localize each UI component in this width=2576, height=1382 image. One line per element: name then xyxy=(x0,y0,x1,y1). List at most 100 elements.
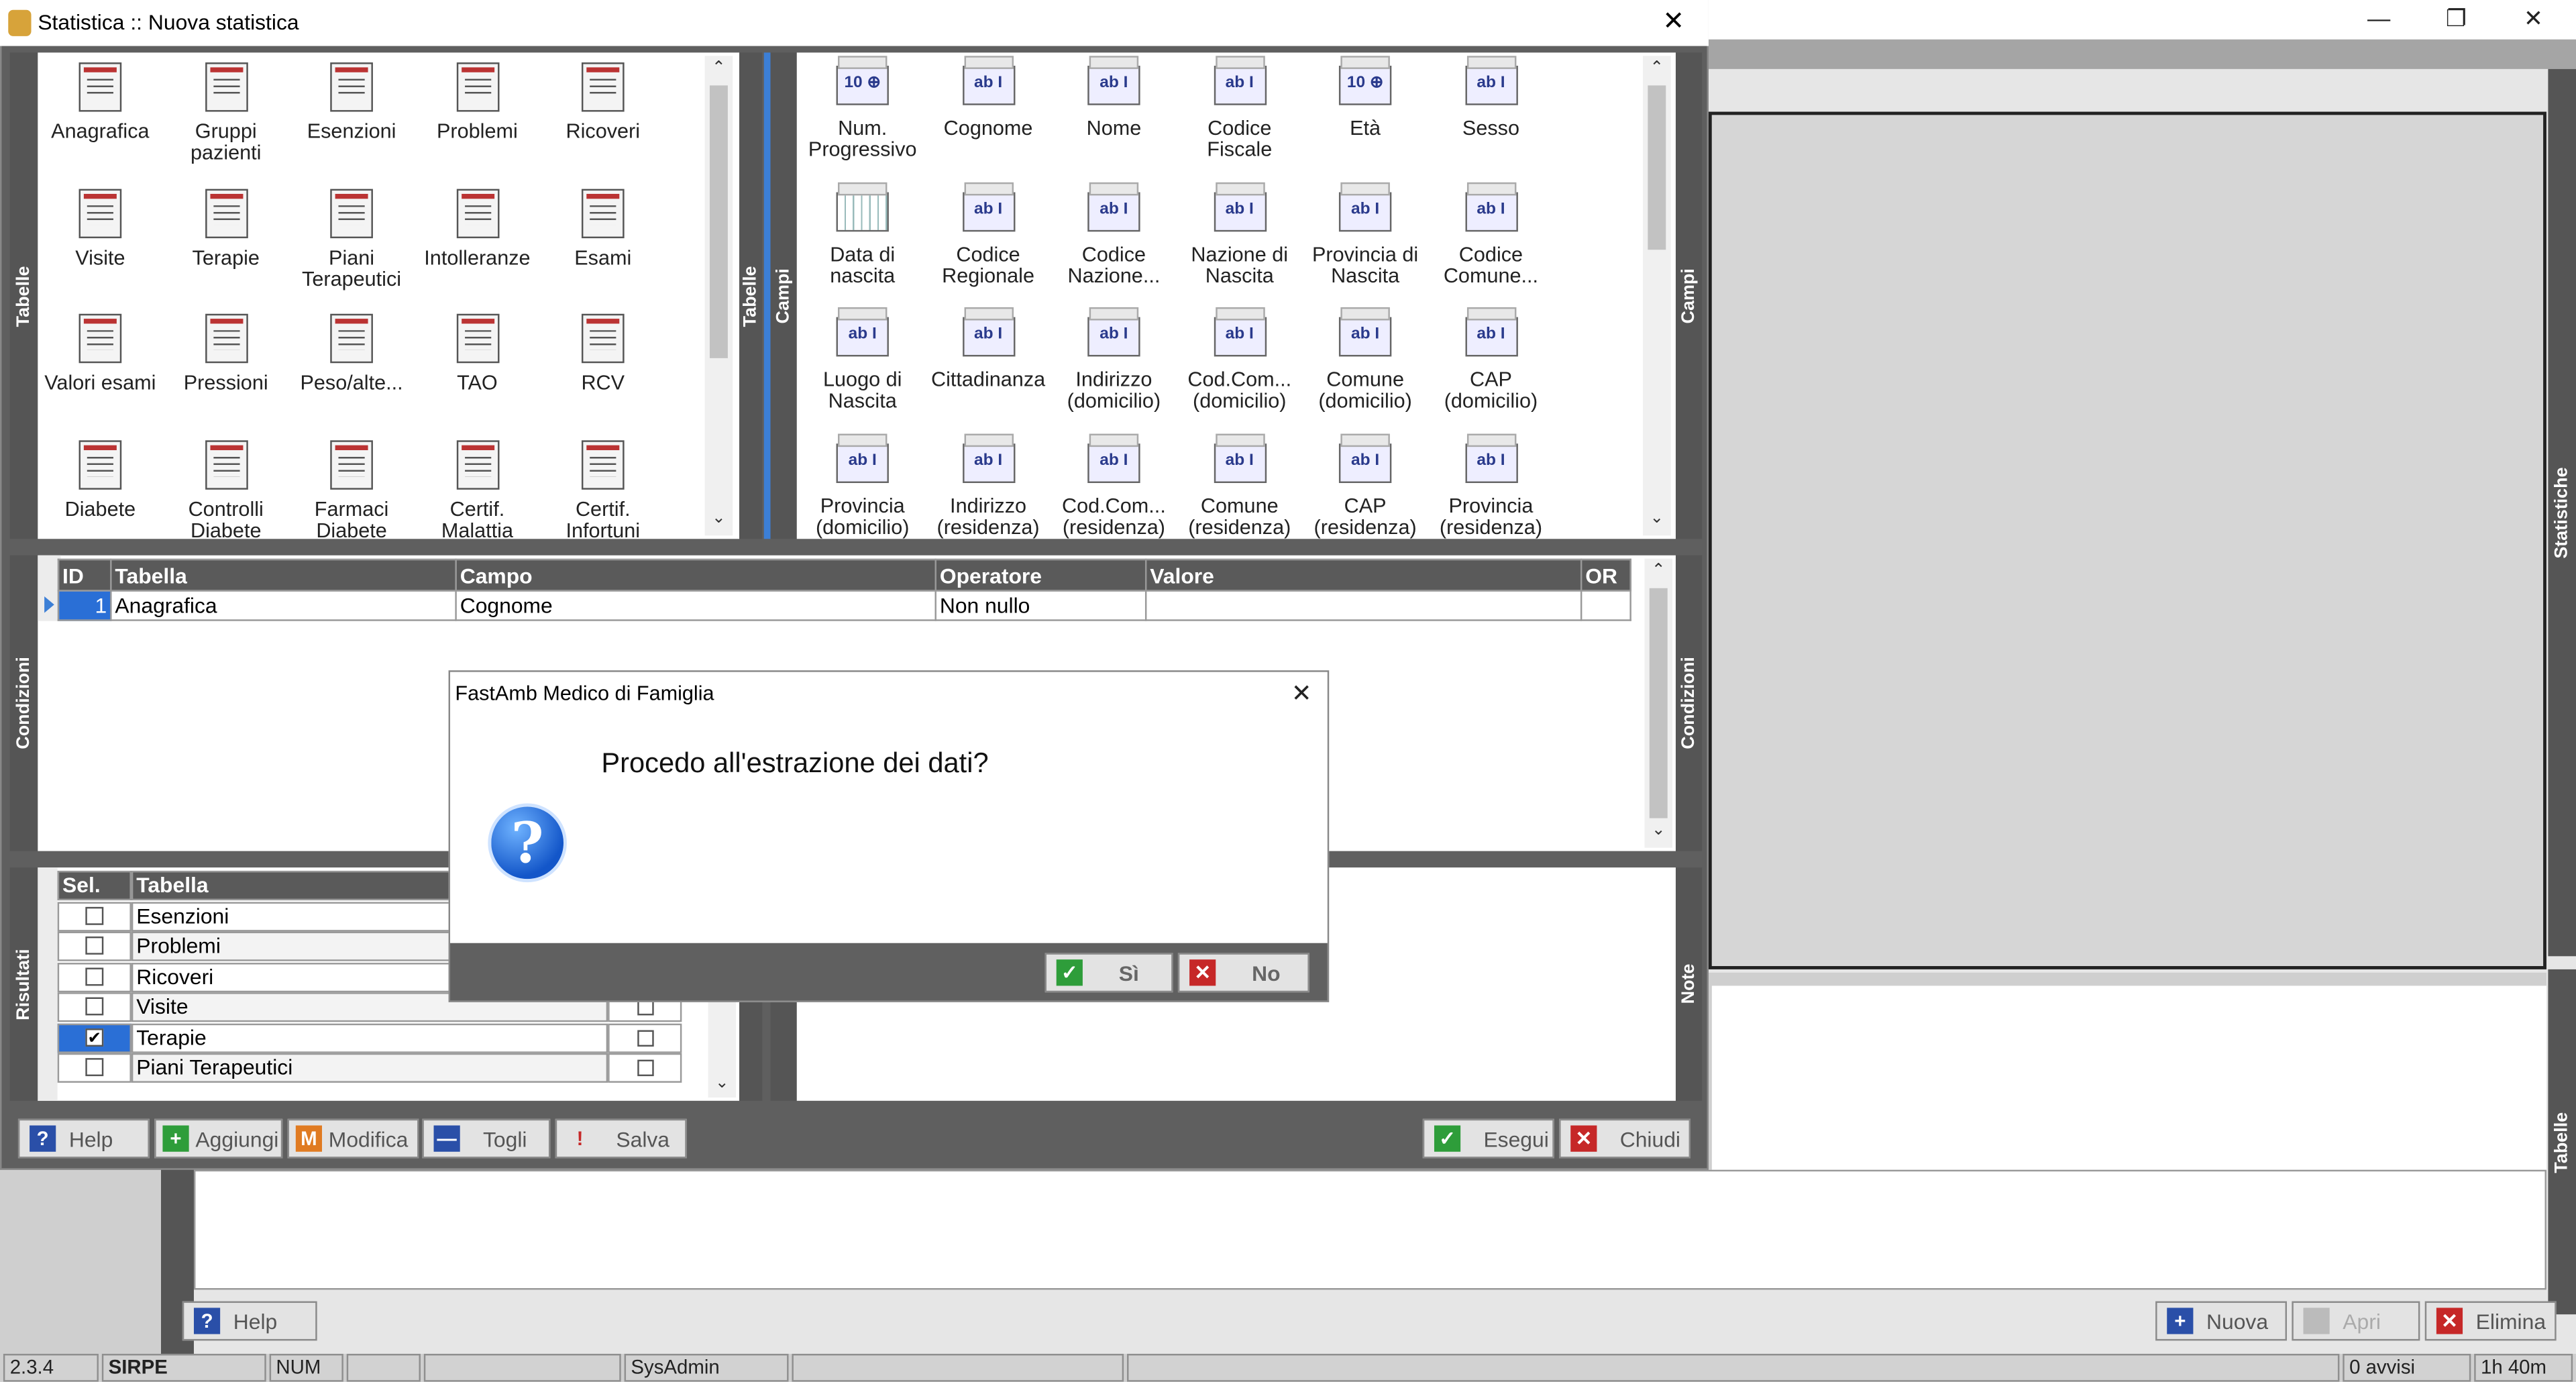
field-tile[interactable]: ab I Cod.Com... (domicilio) xyxy=(1177,307,1302,413)
help-button[interactable]: ? Help xyxy=(17,1118,150,1159)
field-tile[interactable]: ab I Cittadinanza xyxy=(926,307,1051,391)
chiudi-button[interactable]: ✕ Chiudi xyxy=(1559,1118,1691,1159)
table-tile[interactable]: Gruppi pazienti xyxy=(164,56,288,164)
cell-valore[interactable] xyxy=(1144,590,1582,621)
field-tile[interactable]: ab I Luogo di Nascita xyxy=(800,307,925,413)
table-tile[interactable]: Peso/alte... xyxy=(289,307,414,394)
field-tile[interactable]: ab I Cod.Com... (residenza) xyxy=(1051,433,1176,538)
field-tile[interactable]: ab I Nazione di Nascita xyxy=(1177,181,1302,287)
conditions-grid[interactable]: ID Tabella Campo Operatore Valore OR 1 A… xyxy=(57,558,1631,621)
modifica-button[interactable]: M Modifica xyxy=(287,1118,419,1159)
fields-scrollbar[interactable]: ⌃ ⌄ xyxy=(1643,56,1671,536)
field-tile[interactable]: ab I Provincia di Nascita xyxy=(1303,181,1428,287)
field-tile[interactable]: Data di nascita xyxy=(800,181,925,287)
col-valore[interactable]: Valore xyxy=(1144,558,1582,592)
scroll-down-icon[interactable]: ⌄ xyxy=(708,1075,737,1093)
panel-splitter[interactable] xyxy=(763,52,771,539)
tables-scrollbar[interactable]: ⌃ ⌄ xyxy=(704,56,733,536)
field-tile[interactable]: ab I CAP (residenza) xyxy=(1303,433,1428,538)
cell-tabella[interactable]: Anagrafica xyxy=(110,590,457,621)
cell-tabella[interactable]: Piani Terapeutici xyxy=(131,1053,608,1083)
table-tile[interactable]: Visite xyxy=(38,182,162,269)
select-checkbox[interactable] xyxy=(85,998,104,1016)
select-checkbox[interactable] xyxy=(85,937,104,955)
col-tabella[interactable]: Tabella xyxy=(110,558,457,592)
table-tile[interactable]: Terapie xyxy=(164,182,288,269)
yes-button[interactable]: ✓ Sì xyxy=(1044,953,1173,993)
salva-button[interactable]: ! Salva xyxy=(555,1118,687,1159)
table-tile[interactable]: Pressioni xyxy=(164,307,288,394)
field-tile[interactable]: ab I Indirizzo (residenza) xyxy=(926,433,1051,538)
table-tile[interactable]: Farmaci Diabete xyxy=(289,433,414,541)
field-tile[interactable]: ab I Comune (residenza) xyxy=(1177,433,1302,538)
togli-button[interactable]: — Togli xyxy=(422,1118,551,1159)
cell-operatore[interactable]: Non nullo xyxy=(934,590,1147,621)
table-tile[interactable]: TAO xyxy=(415,307,539,394)
cell-campo[interactable]: Cognome xyxy=(455,590,936,621)
table-tile[interactable]: Ricoveri xyxy=(541,56,665,143)
field-tile[interactable]: ab I Provincia (residenza) xyxy=(1428,433,1553,538)
scroll-up-icon[interactable]: ⌃ xyxy=(1643,59,1671,77)
table-tile[interactable]: Piani Terapeutici xyxy=(289,182,414,290)
table-tile[interactable]: Certif. Infortuni xyxy=(541,433,665,541)
side-tab-statistiche[interactable]: Statistiche xyxy=(2548,68,2576,957)
table-row[interactable]: Piani Terapeutici xyxy=(57,1053,682,1083)
cell-or[interactable] xyxy=(1580,590,1631,621)
field-tile[interactable]: ab I Cognome xyxy=(926,56,1051,140)
no-button[interactable]: ✕ No xyxy=(1177,953,1309,993)
extra-cell[interactable] xyxy=(608,1022,682,1053)
select-checkbox[interactable] xyxy=(85,1058,104,1077)
main-help-button[interactable]: ? Help xyxy=(182,1301,317,1341)
minimize-icon[interactable]: — xyxy=(2346,0,2412,36)
field-tile[interactable]: ab I Indirizzo (domicilio) xyxy=(1051,307,1176,413)
scroll-thumb[interactable] xyxy=(709,85,728,358)
table-tile[interactable]: Diabete xyxy=(38,433,162,520)
field-tile[interactable]: ab I Codice Regionale xyxy=(926,181,1051,287)
table-tile[interactable]: Problemi xyxy=(415,56,539,143)
extra-cell[interactable] xyxy=(608,1053,682,1083)
field-tile[interactable]: 10 ⊕ Num. Progressivo xyxy=(800,56,925,161)
message-box-close-icon[interactable]: ✕ xyxy=(1291,678,1312,708)
col-operatore[interactable]: Operatore xyxy=(934,558,1147,592)
scroll-up-icon[interactable]: ⌃ xyxy=(1644,562,1672,580)
scroll-thumb[interactable] xyxy=(1649,588,1668,818)
sel-cell[interactable] xyxy=(57,902,131,932)
table-tile[interactable]: RCV xyxy=(541,307,665,394)
table-tile[interactable]: Certif. Malattia xyxy=(415,433,539,541)
col-campo[interactable]: Campo xyxy=(455,558,936,592)
table-tile[interactable]: Controlli Diabete xyxy=(164,433,288,541)
field-tile[interactable]: ab I Provincia (domicilio) xyxy=(800,433,925,538)
table-row[interactable]: ✔ Terapie xyxy=(57,1022,682,1053)
apri-button[interactable]: Apri xyxy=(2292,1301,2420,1341)
cell-id[interactable]: 1 xyxy=(57,590,112,621)
sel-cell[interactable] xyxy=(57,962,131,992)
col-sel[interactable]: Sel. xyxy=(57,870,131,901)
nuova-button[interactable]: + Nuova xyxy=(2155,1301,2288,1341)
dialog-close-icon[interactable]: ✕ xyxy=(1662,0,1684,46)
scroll-thumb[interactable] xyxy=(1648,85,1666,250)
field-tile[interactable]: ab I Nome xyxy=(1051,56,1176,140)
sel-cell[interactable] xyxy=(57,1053,131,1083)
sel-cell[interactable] xyxy=(57,932,131,962)
table-tile[interactable]: Valori esami xyxy=(38,307,162,394)
col-or[interactable]: OR xyxy=(1580,558,1631,592)
main-text-area[interactable] xyxy=(193,1169,2546,1290)
aggiungi-button[interactable]: + Aggiungi xyxy=(154,1118,283,1159)
table-row[interactable]: 1 Anagrafica Cognome Non nullo xyxy=(57,590,1631,621)
select-checkbox[interactable]: ✔ xyxy=(85,1028,104,1047)
select-checkbox[interactable] xyxy=(85,906,104,925)
sel-cell[interactable] xyxy=(57,992,131,1022)
elimina-button[interactable]: ✕ Elimina xyxy=(2424,1301,2557,1341)
select-checkbox[interactable] xyxy=(85,967,104,986)
table-tile[interactable]: Esami xyxy=(541,182,665,269)
close-icon[interactable]: ✕ xyxy=(2500,0,2566,36)
restore-icon[interactable]: ❐ xyxy=(2423,0,2489,36)
field-tile[interactable]: ab I Codice Fiscale xyxy=(1177,56,1302,161)
conditions-scrollbar[interactable]: ⌃ ⌄ xyxy=(1644,558,1673,848)
table-tile[interactable]: Esenzioni xyxy=(289,56,414,143)
side-tab-tabelle[interactable]: Tabelle xyxy=(2548,969,2576,1315)
option-checkbox[interactable] xyxy=(637,1059,654,1077)
option-checkbox[interactable] xyxy=(637,1029,654,1047)
field-tile[interactable]: 10 ⊕ Età xyxy=(1303,56,1428,140)
field-tile[interactable]: ab I Comune (domicilio) xyxy=(1303,307,1428,413)
